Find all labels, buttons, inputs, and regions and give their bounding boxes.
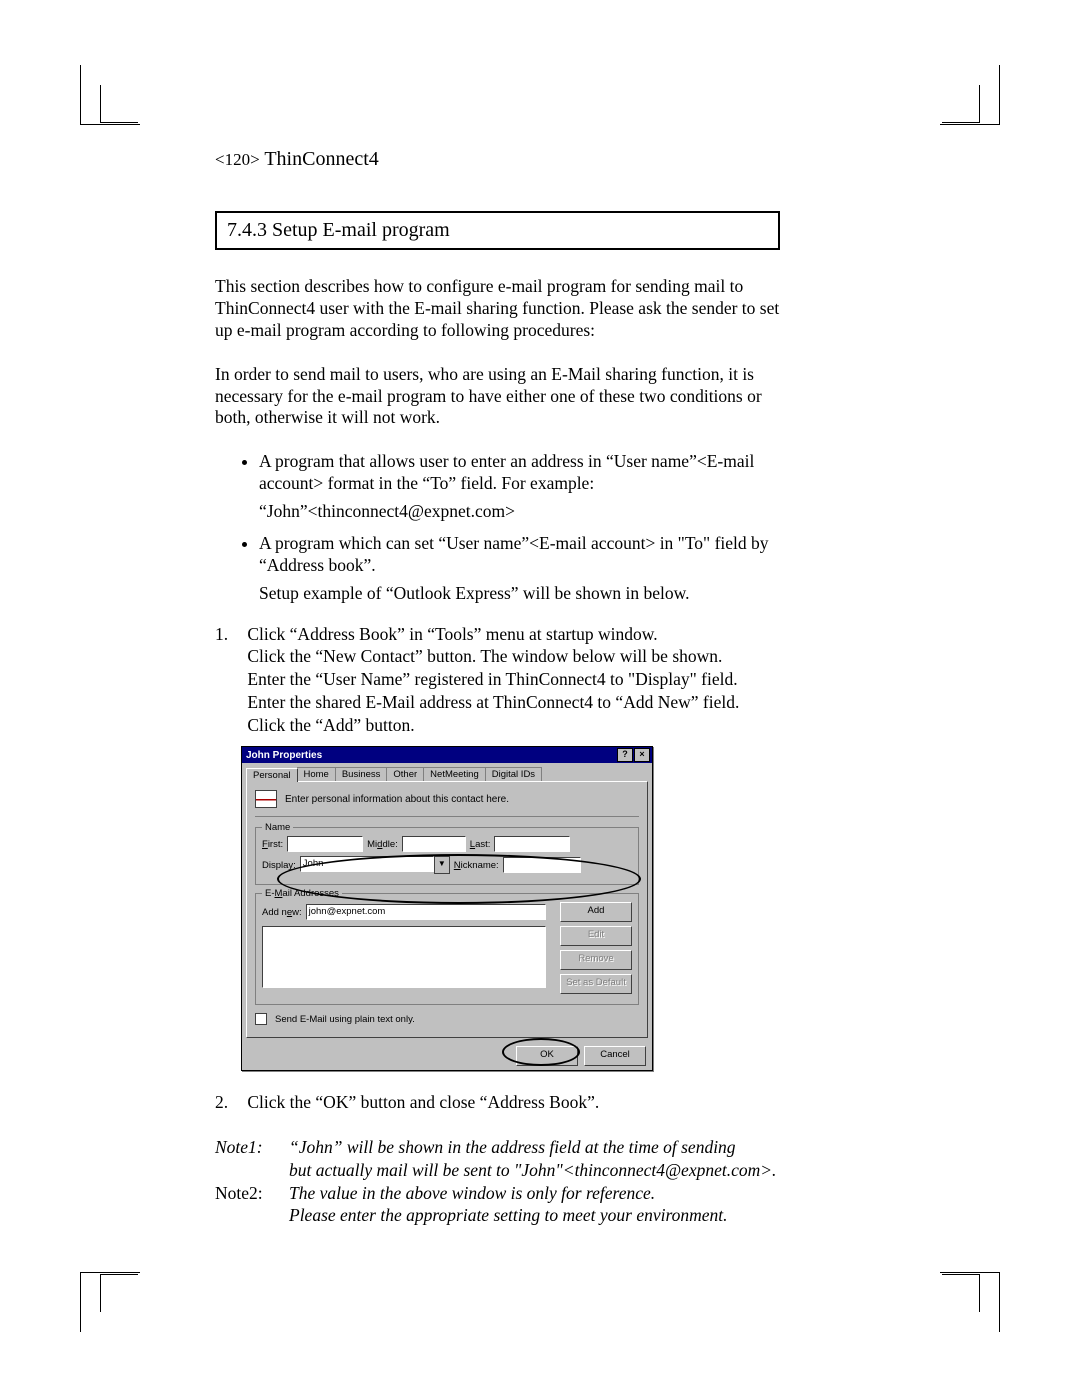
running-header: <120> ThinConnect4 [215, 148, 780, 171]
tab-personal[interactable]: Personal [246, 768, 298, 782]
edit-button[interactable]: Edit [560, 926, 632, 946]
step-line: Enter the shared E-Mail address at ThinC… [247, 692, 739, 712]
dialog-hint: Enter personal information about this co… [285, 794, 509, 805]
cancel-button[interactable]: Cancel [584, 1046, 646, 1066]
note-line: Please enter the appropriate setting to … [289, 1205, 728, 1225]
tab-other[interactable]: Other [386, 767, 424, 781]
middle-label: Middle: [367, 839, 398, 850]
chevron-down-icon[interactable]: ▼ [434, 856, 450, 874]
dialog-hint-row: Enter personal information about this co… [255, 790, 639, 817]
bullet-item: A program that allows user to enter an a… [259, 451, 780, 523]
bullet-text: A program which can set “User name”<E-ma… [259, 533, 769, 575]
section-heading-box: 7.4.3 Setup E-mail program [215, 211, 780, 250]
crop-mark [100, 1252, 160, 1312]
crop-mark [100, 85, 160, 145]
step-line: Click the “Add” button. [247, 715, 414, 735]
step-number: 2. [215, 1091, 243, 1114]
group-legend: Name [262, 822, 293, 833]
addnew-label: Add new: [262, 907, 302, 918]
ok-button[interactable]: OK [516, 1046, 578, 1066]
properties-dialog: John Properties ? × Personal Home Busine… [241, 746, 653, 1071]
display-combo[interactable]: John ▼ [300, 856, 450, 874]
paragraph: In order to send mail to users, who are … [215, 364, 780, 430]
display-label: Display: [262, 860, 296, 871]
paragraph: This section describes how to configure … [215, 276, 780, 342]
step-2: 2. Click the “OK” button and close “Addr… [215, 1091, 780, 1114]
email-listbox[interactable] [262, 926, 546, 988]
bullet-item: A program which can set “User name”<E-ma… [259, 533, 780, 605]
crop-mark [920, 85, 980, 145]
tab-netmeeting[interactable]: NetMeeting [423, 767, 486, 781]
product-name: ThinConnect4 [264, 148, 378, 170]
bullet-sub: Setup example of “Outlook Express” will … [259, 583, 780, 605]
step-line: Click “Address Book” in “Tools” menu at … [247, 624, 657, 644]
content-area: <120> ThinConnect4 7.4.3 Setup E-mail pr… [215, 148, 780, 1227]
dialog-title: John Properties [246, 750, 322, 761]
display-input[interactable]: John [300, 856, 434, 872]
last-input[interactable] [494, 836, 570, 852]
first-label: First: [262, 839, 283, 850]
crop-mark [920, 1252, 980, 1312]
step-body: Click “Address Book” in “Tools” menu at … [247, 623, 767, 737]
dialog-titlebar[interactable]: John Properties ? × [242, 747, 652, 763]
note-line: The value in the above window is only fo… [289, 1183, 655, 1203]
bullet-text: A program that allows user to enter an a… [259, 451, 754, 493]
middle-input[interactable] [402, 836, 466, 852]
dialog-body: Enter personal information about this co… [246, 781, 648, 1038]
dialog-footer: OK Cancel [242, 1042, 652, 1070]
notes-block: Note1: “John” will be shown in the addre… [215, 1136, 780, 1227]
remove-button[interactable]: Remove [560, 950, 632, 970]
plaintext-checkbox-row: Send E-Mail using plain text only. [255, 1013, 639, 1025]
nickname-label: Nickname: [454, 860, 499, 871]
note-label: Note1: [215, 1136, 289, 1182]
nickname-input[interactable] [503, 857, 581, 873]
group-legend: E-Mail Addresses [262, 888, 342, 899]
plaintext-checkbox[interactable] [255, 1013, 267, 1025]
email-group: E-Mail Addresses Add new: john@expnet.co… [255, 893, 639, 1005]
tab-home[interactable]: Home [297, 767, 336, 781]
addnew-input[interactable]: john@expnet.com [306, 904, 546, 920]
note-1: Note1: “John” will be shown in the addre… [215, 1136, 780, 1182]
plaintext-label: Send E-Mail using plain text only. [275, 1014, 415, 1025]
close-button[interactable]: × [634, 748, 650, 762]
dialog-tabs: Personal Home Business Other NetMeeting … [246, 767, 648, 781]
add-button[interactable]: Add [560, 902, 632, 922]
contact-card-icon [255, 790, 277, 808]
set-default-button[interactable]: Set as Default [560, 974, 632, 994]
step-1: 1. Click “Address Book” in “Tools” menu … [215, 623, 780, 737]
step-number: 1. [215, 623, 243, 646]
note-line: “John” will be shown in the address fiel… [289, 1137, 736, 1157]
help-button[interactable]: ? [617, 748, 633, 762]
tab-business[interactable]: Business [335, 767, 388, 781]
note-2: Note2: The value in the above window is … [215, 1182, 780, 1228]
note-label: Note2: [215, 1182, 289, 1228]
step-body: Click the “OK” button and close “Address… [247, 1091, 767, 1114]
bullet-list: A program that allows user to enter an a… [215, 451, 780, 604]
step-line: Enter the “User Name” registered in Thin… [247, 669, 737, 689]
name-group: Name First: Middle: Last: Display: John [255, 827, 639, 885]
section-number: 7.4.3 [227, 219, 267, 241]
step-line: Click the “New Contact” button. The wind… [247, 646, 722, 666]
section-title: Setup E-mail program [272, 219, 450, 241]
bullet-sub: “John”<thinconnect4@expnet.com> [259, 501, 780, 523]
page-number: <120> [215, 150, 260, 169]
last-label: Last: [470, 839, 491, 850]
page: <120> ThinConnect4 7.4.3 Setup E-mail pr… [0, 0, 1080, 1397]
first-input[interactable] [287, 836, 363, 852]
tab-digital-ids[interactable]: Digital IDs [485, 767, 542, 781]
note-line: but actually mail will be sent to "John"… [289, 1160, 776, 1180]
